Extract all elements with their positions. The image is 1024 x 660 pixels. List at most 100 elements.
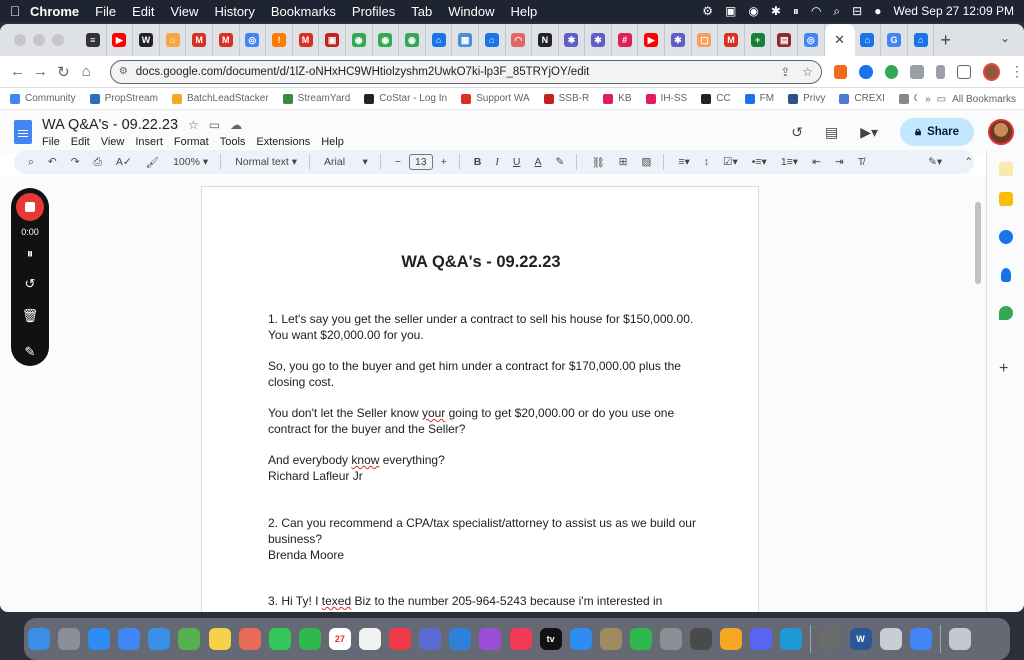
print-icon[interactable]: ⎙ — [94, 156, 102, 169]
docs-menu-tools[interactable]: Tools — [220, 136, 246, 148]
forward-icon[interactable]: → — [29, 63, 52, 80]
tab-gmail[interactable]: M — [213, 24, 240, 56]
reading-list-icon[interactable] — [935, 64, 946, 79]
editing-mode-icon[interactable]: ✎▾ — [928, 156, 942, 168]
zoom-select[interactable]: 100% ▾ — [173, 156, 208, 168]
dock-settings-icon[interactable] — [659, 628, 682, 650]
tab-rainbow[interactable]: ◠ — [506, 24, 533, 56]
tab-box[interactable]: ▢ — [692, 24, 719, 56]
dock-trash-icon[interactable] — [948, 628, 971, 650]
version-history-icon[interactable]: ↺ — [791, 124, 803, 141]
dock-finder-icon[interactable] — [28, 628, 50, 650]
tab-youtube[interactable]: ▶ — [107, 24, 134, 56]
tab-active-docs[interactable]: ✕ — [824, 24, 855, 56]
decrease-indent-icon[interactable]: ⇤ — [812, 156, 821, 168]
tab-asterisk[interactable]: ✱ — [559, 24, 586, 56]
wifi-icon[interactable]: ◠ — [811, 4, 821, 18]
bookmark-item[interactable]: Support WA — [461, 93, 530, 104]
menu-window[interactable]: Window — [448, 4, 494, 19]
tab-gmail[interactable]: M — [293, 24, 320, 56]
comment-icon[interactable]: ⊞ — [619, 156, 628, 168]
siri-icon[interactable]: ● — [874, 4, 881, 18]
docs-menu-extensions[interactable]: Extensions — [256, 136, 310, 148]
bookmark-item[interactable]: KB — [603, 93, 632, 104]
link-icon[interactable]: ⛓︎ — [591, 156, 604, 169]
dock-launchpad-icon[interactable] — [58, 628, 81, 650]
pause-recording-icon[interactable]: ⏸ — [11, 246, 49, 262]
cloud-status-icon[interactable]: ☁ — [230, 118, 242, 132]
docs-menu-file[interactable]: File — [42, 136, 60, 148]
text-color-icon[interactable]: A — [534, 156, 541, 168]
minimize-window-icon[interactable] — [33, 34, 45, 46]
dock-messages-icon[interactable] — [268, 628, 291, 650]
menu-tab[interactable]: Tab — [411, 4, 432, 19]
home-icon[interactable]: ⌂ — [75, 63, 98, 80]
dock-music-icon[interactable] — [509, 628, 532, 650]
extension-orange-icon[interactable] — [834, 64, 848, 79]
account-avatar[interactable] — [988, 119, 1014, 145]
play-icon[interactable]: ◉ — [748, 4, 758, 18]
dock-mail-icon[interactable] — [148, 628, 171, 650]
tab-green[interactable]: ◉ — [373, 24, 400, 56]
bookmark-item[interactable]: PropStream — [89, 93, 158, 104]
bookmark-item[interactable]: SSB-R — [543, 93, 589, 104]
bookmark-item[interactable]: CREXI — [839, 93, 885, 104]
tab-orange[interactable]: ! — [266, 24, 293, 56]
bookmark-item[interactable]: BatchLeadStacker — [171, 93, 269, 104]
dock-perplexity-icon[interactable] — [419, 628, 442, 650]
dock-numbers-icon[interactable] — [629, 628, 652, 650]
apple-icon[interactable]:  — [0, 3, 30, 19]
back-icon[interactable]: ← — [6, 63, 29, 80]
tab-google[interactable]: G — [881, 24, 908, 56]
search-menus-icon[interactable]: ⌕ — [28, 156, 34, 169]
tab-stripe[interactable]: ≡ — [80, 24, 107, 56]
dock-tv-icon[interactable]: tv — [539, 628, 562, 650]
docs-menu-format[interactable]: Format — [174, 136, 209, 148]
bookmarks-more-icon[interactable]: » — [925, 94, 931, 105]
tab-photo[interactable]: ▦ — [452, 24, 479, 56]
menu-view[interactable]: View — [170, 4, 198, 19]
style-select[interactable]: Normal text ▾ — [235, 156, 297, 168]
tab-zillow[interactable]: ⌂ — [426, 24, 453, 56]
extensions-puzzle-icon[interactable] — [910, 64, 924, 79]
calendar-icon[interactable] — [999, 162, 1013, 176]
tab-zillow[interactable]: ⌂ — [479, 24, 506, 56]
tab-zillow[interactable]: ⌂ — [855, 24, 882, 56]
dock-maps-icon[interactable] — [178, 628, 201, 650]
bookmark-item[interactable]: Community — [10, 93, 76, 104]
image-icon[interactable]: ▨ — [641, 156, 651, 168]
share-page-icon[interactable]: ⇪ — [780, 65, 790, 79]
dock-facetime-icon[interactable] — [298, 628, 321, 650]
dock-keynote-icon[interactable] — [449, 628, 472, 650]
dock-pages-icon[interactable] — [720, 628, 743, 650]
menu-bookmarks[interactable]: Bookmarks — [271, 4, 336, 19]
restart-recording-icon[interactable]: ↺ — [11, 276, 49, 292]
bookmark-item[interactable]: IH-SS — [645, 93, 687, 104]
chrome-menu-icon[interactable]: ⋮ — [1010, 63, 1024, 80]
bookmark-item[interactable]: FM — [744, 93, 774, 104]
camera-icon[interactable]: ▣ — [725, 4, 736, 18]
dock-chrome-2-icon[interactable] — [909, 628, 932, 650]
tab-doc[interactable]: ▣ — [319, 24, 346, 56]
bulleted-list-icon[interactable]: •≡▾ — [752, 156, 767, 168]
bookmark-item[interactable]: Privy — [788, 93, 825, 104]
bluetooth-icon[interactable]: ✱ — [771, 4, 781, 18]
clear-formatting-icon[interactable]: T̸ — [858, 156, 864, 168]
tab-n[interactable]: N — [532, 24, 559, 56]
dock-app-store-icon[interactable] — [569, 628, 592, 650]
docs-menu-help[interactable]: Help — [321, 136, 344, 148]
tab-table[interactable]: ▤ — [771, 24, 799, 56]
share-button[interactable]: 🔒︎ Share — [900, 118, 974, 146]
get-addons-icon[interactable]: + — [999, 361, 1013, 377]
bold-icon[interactable]: B — [474, 156, 482, 168]
dock-calendar-icon[interactable]: 27 — [328, 628, 351, 650]
dock-reminders-icon[interactable] — [359, 628, 382, 650]
stop-recording-button[interactable] — [16, 193, 44, 221]
increase-font-size-icon[interactable]: + — [441, 156, 447, 168]
tab-green[interactable]: ◉ — [399, 24, 426, 56]
highlight-icon[interactable]: ✎ — [556, 156, 565, 168]
close-tab-icon[interactable]: ✕ — [834, 32, 845, 48]
menu-app-name[interactable]: Chrome — [30, 4, 79, 19]
menu-edit[interactable]: Edit — [132, 4, 154, 19]
url-text[interactable]: docs.google.com/document/d/1lZ-oNHxHC9WH… — [136, 66, 768, 78]
